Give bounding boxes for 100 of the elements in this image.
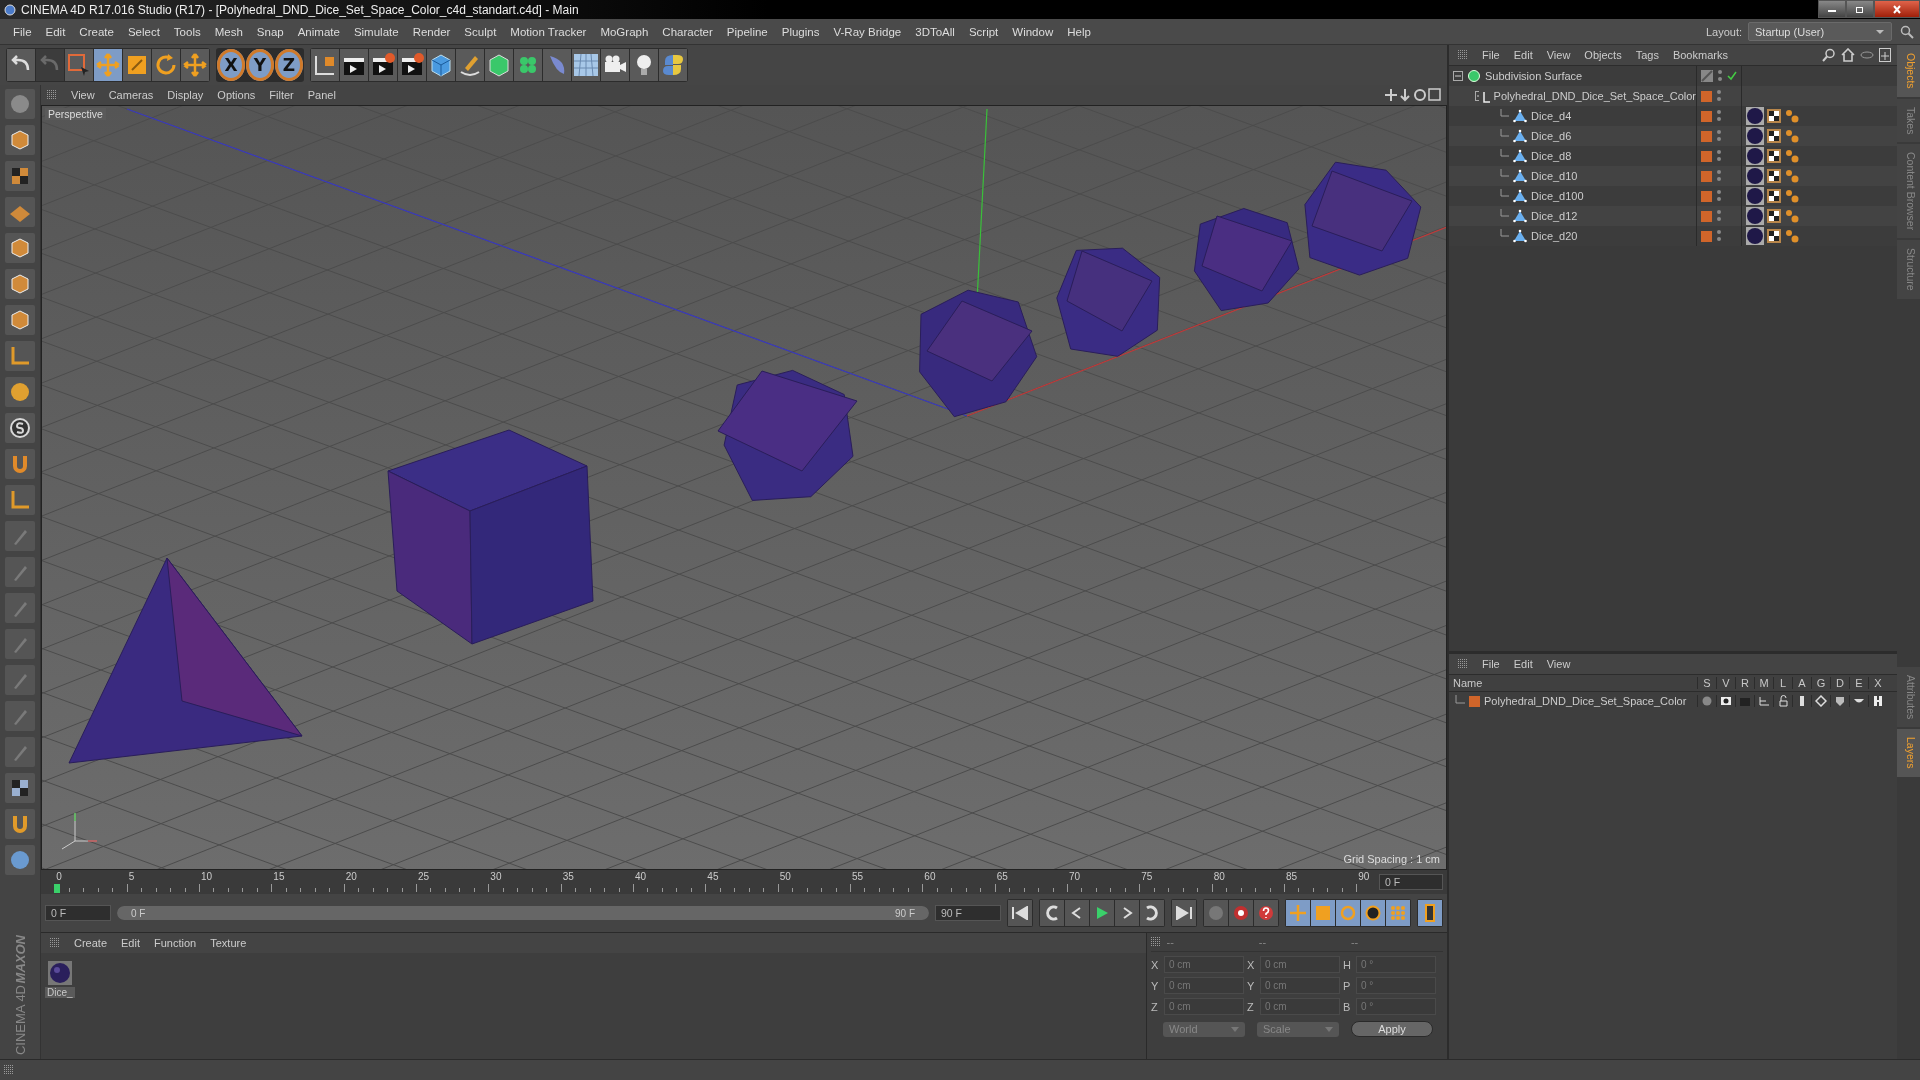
object-name[interactable]: Dice_d4	[1531, 110, 1572, 122]
column-header[interactable]: E	[1849, 677, 1868, 689]
visibility-dots-icon[interactable]	[1716, 149, 1722, 163]
layer-color-swatch[interactable]	[1701, 170, 1712, 182]
camera-button[interactable]	[601, 49, 629, 81]
menu-item[interactable]: Window	[1005, 25, 1061, 38]
column-header[interactable]: A	[1792, 677, 1811, 689]
collapse-toggle[interactable]	[1475, 91, 1480, 101]
playhead-marker[interactable]	[54, 884, 61, 893]
close-button[interactable]	[1874, 0, 1920, 18]
plane-icon[interactable]	[5, 197, 35, 227]
column-header[interactable]: X	[1868, 677, 1887, 689]
uvw-tag-icon[interactable]	[1767, 189, 1781, 203]
layer-color-swatch[interactable]	[1701, 230, 1712, 242]
vertex-tag-icon[interactable]	[1784, 128, 1800, 144]
eye-icon[interactable]	[1860, 50, 1874, 60]
cube-icon[interactable]	[5, 233, 35, 263]
menu-item[interactable]: File	[6, 25, 39, 38]
go-to-end-button[interactable]	[1172, 900, 1196, 926]
visibility-dots-icon[interactable]	[1716, 89, 1722, 103]
solo-icon[interactable]	[5, 413, 35, 443]
layer-menu-item[interactable]: Edit	[1507, 658, 1539, 670]
visibility-dots-icon[interactable]	[1716, 189, 1722, 203]
menu-item[interactable]: Animate	[290, 25, 347, 38]
menu-item[interactable]: Pipeline	[719, 25, 775, 38]
material-menu-item[interactable]: Create	[68, 937, 114, 949]
visibility-dots-icon[interactable]	[1717, 69, 1723, 83]
object-name[interactable]: Dice_d20	[1531, 230, 1578, 242]
menu-item[interactable]: Simulate	[346, 25, 406, 38]
floor-button[interactable]	[572, 49, 600, 81]
render-view-button[interactable]	[340, 49, 368, 81]
visibility-dots-icon[interactable]	[1716, 209, 1722, 223]
uvw-tag-icon[interactable]	[1767, 229, 1781, 243]
maximize-button[interactable]	[1846, 0, 1874, 18]
layer-menu-item[interactable]: File	[1476, 658, 1506, 670]
material-tag-icon[interactable]	[1746, 207, 1764, 225]
material-tag-icon[interactable]	[1746, 107, 1764, 125]
collapse-toggle[interactable]	[1453, 71, 1463, 81]
render-button[interactable]	[369, 49, 397, 81]
cube-button[interactable]	[427, 49, 455, 81]
next-key-button[interactable]	[1140, 900, 1164, 926]
material-menu-item[interactable]: Function	[148, 937, 203, 949]
menu-item[interactable]: Snap	[249, 25, 291, 38]
layer-color-swatch[interactable]	[1701, 150, 1712, 162]
column-header[interactable]: V	[1716, 677, 1735, 689]
cube-icon[interactable]	[5, 269, 35, 299]
uvw-tag-icon[interactable]	[1767, 109, 1781, 123]
move-tool-button[interactable]	[181, 49, 209, 81]
menu-item[interactable]: Mesh	[207, 25, 250, 38]
side-tab[interactable]: Layers	[1897, 729, 1920, 777]
column-header[interactable]: R	[1735, 677, 1754, 689]
layer-color-swatch[interactable]	[1469, 695, 1480, 707]
next-frame-button[interactable]	[1115, 900, 1139, 926]
enabled-check-icon[interactable]	[1727, 71, 1737, 81]
vertex-tag-icon[interactable]	[1784, 208, 1800, 224]
material-tag-icon[interactable]	[1746, 187, 1764, 205]
material-name[interactable]: Dice_	[45, 987, 75, 998]
pen-button[interactable]	[456, 49, 484, 81]
uvw-tag-icon[interactable]	[1767, 149, 1781, 163]
uvw-tag-icon[interactable]	[1767, 129, 1781, 143]
layer-color-swatch[interactable]	[1701, 90, 1712, 102]
python-button[interactable]	[659, 49, 687, 81]
new-window-icon[interactable]	[1879, 48, 1891, 62]
axis-lock-button[interactable]: Y	[246, 49, 274, 81]
snap-icon[interactable]	[5, 809, 35, 839]
uvw-tag-icon[interactable]	[1767, 209, 1781, 223]
cube-icon[interactable]	[5, 125, 35, 155]
axis-icon[interactable]	[5, 485, 35, 515]
record-button[interactable]	[1229, 900, 1253, 926]
grid-lock-icon[interactable]	[5, 773, 35, 803]
menu-item[interactable]: Render	[405, 25, 458, 38]
layer-color-swatch[interactable]	[1701, 210, 1712, 222]
home-icon[interactable]	[1841, 48, 1855, 62]
visibility-dots-icon[interactable]	[1716, 169, 1722, 183]
layer-menu-item[interactable]: View	[1540, 658, 1577, 670]
layer-flag-icon[interactable]	[1720, 695, 1732, 707]
undo-tool-button[interactable]	[7, 49, 35, 81]
object-menu-item[interactable]: Bookmarks	[1666, 49, 1734, 61]
vertex-tag-icon[interactable]	[1784, 148, 1800, 164]
column-header[interactable]: D	[1830, 677, 1849, 689]
cloner-button[interactable]	[514, 49, 542, 81]
column-header[interactable]: G	[1811, 677, 1830, 689]
previous-key-button[interactable]	[1040, 900, 1064, 926]
render-settings-button[interactable]	[398, 49, 426, 81]
material-menu-item[interactable]: Edit	[115, 937, 146, 949]
menu-item[interactable]: Plugins	[774, 25, 827, 38]
rotate-tool-button[interactable]	[152, 49, 180, 81]
layer-color-swatch[interactable]	[1701, 110, 1712, 122]
end-frame-field[interactable]: 90 F	[935, 905, 1001, 921]
parameter-key-button[interactable]	[1361, 900, 1385, 926]
visibility-dots-icon[interactable]	[1716, 229, 1722, 243]
material-swatch[interactable]	[47, 961, 72, 985]
subdivision-button[interactable]	[485, 49, 513, 81]
viewport-menu-item[interactable]: Cameras	[102, 89, 160, 101]
object-menu-item[interactable]: Objects	[1578, 49, 1628, 61]
material-tag-icon[interactable]	[1746, 167, 1764, 185]
axis-lock-button[interactable]: X	[217, 49, 245, 81]
material-menu-item[interactable]: Texture	[204, 937, 253, 949]
frame-range-slider[interactable]: 0 F 90 F	[117, 906, 929, 920]
column-header[interactable]: L	[1773, 677, 1792, 689]
